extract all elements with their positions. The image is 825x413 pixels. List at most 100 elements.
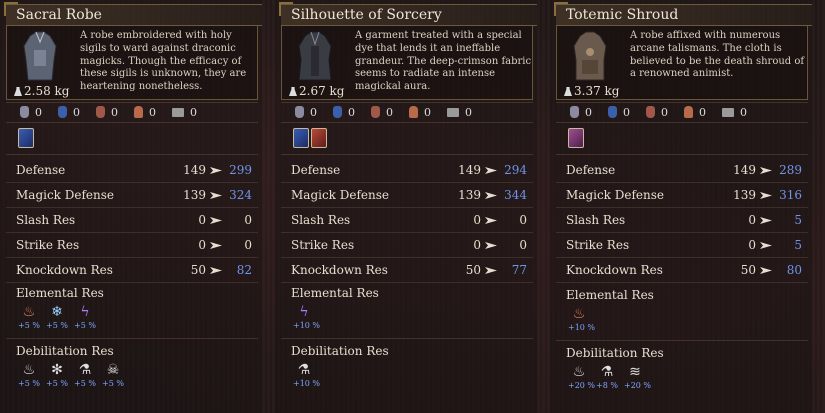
divider (281, 122, 533, 123)
frame-ornament (4, 2, 18, 16)
wind-icon: ≋ (629, 364, 641, 380)
divider (6, 338, 258, 339)
robe-art-icon (23, 31, 57, 81)
chest-icon (447, 107, 459, 117)
burn-icon: ♨ (22, 362, 36, 378)
lightning-icon: ϟ (299, 304, 309, 320)
arrow-right-icon (210, 192, 222, 199)
vocation-crest-icon (568, 128, 584, 148)
chest-icon (172, 107, 184, 117)
attribute-icon-row: 0 0 0 0 0 (20, 105, 258, 119)
stat-row-knockdown-res: Knockdown Res 50 82 (6, 258, 258, 283)
arrow-right-icon (760, 217, 772, 224)
arrow-right-icon (210, 242, 222, 249)
magick-shield-icon (58, 106, 67, 118)
ice-icon: ❄ (51, 304, 63, 320)
stat-row-knockdown-res: Knockdown Res 50 77 (281, 258, 533, 283)
stat-row-magick-defense: Magick Defense 139 316 (556, 183, 808, 208)
vocation-crests (293, 128, 327, 148)
elemental-res-title: Elemental Res (291, 286, 379, 300)
arrow-right-icon (485, 217, 497, 224)
frame-ornament (279, 2, 293, 16)
item-name: Silhouette of Sorcery (281, 4, 537, 26)
weight: 3.37 kg (564, 84, 620, 98)
divider (6, 154, 258, 155)
stat-row-slash-res: Slash Res 0 5 (556, 208, 808, 233)
weight: 2.67 kg (289, 84, 345, 98)
divider (556, 102, 808, 103)
arrow-right-icon (210, 267, 222, 274)
vocation-crest-icon (18, 128, 34, 148)
debilitation-res-title: Debilitation Res (291, 344, 389, 358)
stat-row-slash-res: Slash Res 0 0 (6, 208, 258, 233)
stat-row-magick-defense: Magick Defense 139 324 (6, 183, 258, 208)
debilitation-res-icons: ⚗ +10 % (293, 362, 321, 388)
slash-shield-icon (646, 106, 655, 118)
stat-row-strike-res: Strike Res 0 0 (281, 233, 533, 258)
arrow-right-icon (485, 267, 497, 274)
shield-icon (295, 106, 304, 118)
shield-icon (570, 106, 579, 118)
stat-row-strike-res: Strike Res 0 5 (556, 233, 808, 258)
divider (556, 122, 808, 123)
vocation-crest-icon (311, 128, 327, 148)
arrow-right-icon (760, 167, 772, 174)
lightning-icon: ϟ (80, 304, 90, 320)
fire-icon: ♨ (572, 306, 586, 322)
divider (281, 338, 533, 339)
poison-icon: ⚗ (78, 362, 92, 378)
stat-list: Defense 149 299 Magick Defense 139 324 Slash… (6, 158, 258, 283)
stat-row-defense: Defense 149 289 (556, 158, 808, 183)
arrow-right-icon (210, 167, 222, 174)
shield-icon (20, 106, 29, 118)
burn-icon: ♨ (572, 364, 586, 380)
poison-icon: ⚗ (297, 362, 311, 378)
weight-icon (564, 87, 572, 96)
hand-icon (409, 106, 418, 118)
attribute-icon-row: 0 0 0 0 0 (295, 105, 533, 119)
hand-icon (134, 106, 143, 118)
divider (281, 154, 533, 155)
stat-row-slash-res: Slash Res 0 0 (281, 208, 533, 233)
fire-icon: ♨ (22, 304, 36, 320)
stat-row-strike-res: Strike Res 0 0 (6, 233, 258, 258)
weight: 2.58 kg (14, 84, 70, 98)
frame-ornament (554, 2, 568, 16)
elemental-res-icons: ϟ +10 % (293, 304, 321, 330)
stat-list: Defense 149 294 Magick Defense 139 344 Slash… (281, 158, 533, 283)
skull-icon: ☠ (106, 362, 120, 378)
elemental-res-title: Elemental Res (566, 288, 654, 302)
stat-list: Defense 149 289 Magick Defense 139 316 Slash… (556, 158, 808, 283)
vocation-crests (18, 128, 34, 148)
poison-icon: ⚗ (600, 364, 614, 380)
stat-row-knockdown-res: Knockdown Res 50 80 (556, 258, 808, 283)
item-panel-sacral-robe[interactable]: Sacral Robe 2.58 kg A robe embroidered w… (0, 0, 262, 413)
divider (556, 154, 808, 155)
arrow-right-icon (485, 192, 497, 199)
freeze-icon: ✻ (51, 362, 63, 378)
debilitation-res-title: Debilitation Res (566, 346, 664, 360)
robe-art-icon (298, 31, 332, 81)
item-description: A robe affixed with numerous arcane tali… (630, 30, 805, 80)
divider (6, 102, 258, 103)
item-panel-silhouette-of-sorcery[interactable]: Silhouette of Sorcery 2.67 kg A garment … (275, 0, 537, 413)
arrow-right-icon (210, 217, 222, 224)
elemental-res-icons: ♨ +10 % (568, 306, 596, 332)
arrow-right-icon (485, 167, 497, 174)
hand-icon (684, 106, 693, 118)
weight-icon (289, 87, 297, 96)
divider (6, 122, 258, 123)
arrow-right-icon (760, 242, 772, 249)
robe-art-icon (573, 31, 607, 81)
weight-icon (14, 87, 22, 96)
attribute-icon-row: 0 0 0 0 0 (570, 105, 808, 119)
magick-shield-icon (333, 106, 342, 118)
arrow-right-icon (485, 242, 497, 249)
item-panel-totemic-shroud[interactable]: Totemic Shroud 3.37 kg A robe affixed wi… (550, 0, 812, 413)
stat-row-magick-defense: Magick Defense 139 344 (281, 183, 533, 208)
arrow-right-icon (760, 267, 772, 274)
elemental-res-icons: ♨ +5 % ❄ +5 % ϟ +5 % (18, 304, 96, 330)
vocation-crest-icon (293, 128, 309, 148)
item-name: Sacral Robe (6, 4, 262, 26)
divider (556, 340, 808, 341)
